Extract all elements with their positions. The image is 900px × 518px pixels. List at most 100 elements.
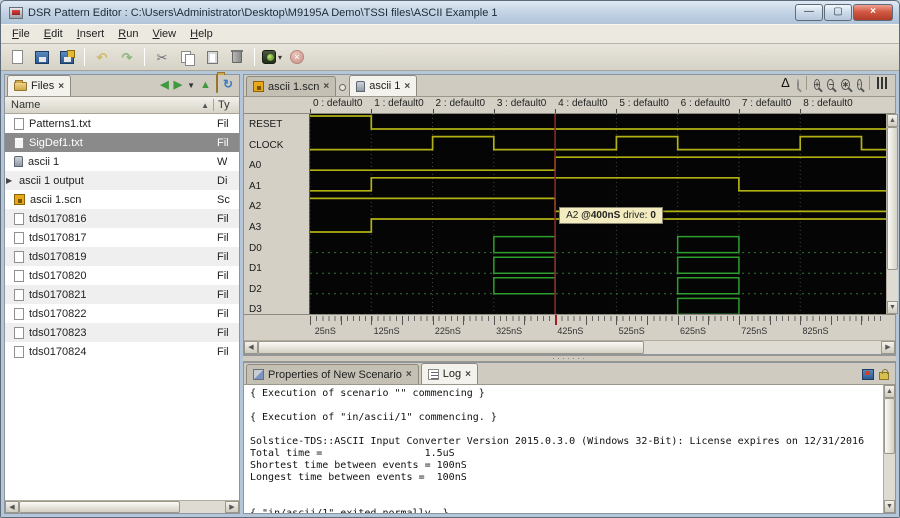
- scroll-right-icon[interactable]: ▶: [881, 341, 895, 354]
- close-button[interactable]: ×: [853, 4, 893, 21]
- inspect-icon[interactable]: [796, 74, 799, 92]
- file-name: tds0170823: [29, 326, 87, 339]
- tab-label: Properties of New Scenario: [268, 368, 402, 381]
- save-all-icon: [60, 49, 75, 64]
- paste-icon: [206, 50, 218, 64]
- signal-label-a2: A2: [249, 201, 262, 213]
- save-button[interactable]: [31, 47, 53, 68]
- file-row[interactable]: tds0170820 Fil: [5, 266, 239, 285]
- menu-edit[interactable]: Edit: [37, 26, 70, 42]
- column-header-name[interactable]: Name ▲: [5, 99, 213, 111]
- save-log-icon[interactable]: [862, 369, 874, 380]
- zoom-region-icon[interactable]: ·: [856, 74, 862, 92]
- menu-file[interactable]: File: [5, 26, 37, 42]
- signal-label-d0: D0: [249, 242, 262, 254]
- scrollbar-thumb[interactable]: [884, 398, 895, 455]
- stop-button[interactable]: ×: [286, 47, 308, 68]
- back-icon[interactable]: ◀: [160, 75, 168, 93]
- maximize-button[interactable]: ▢: [824, 4, 852, 21]
- close-tab-icon[interactable]: ×: [58, 81, 64, 92]
- close-tab-icon[interactable]: ×: [406, 369, 412, 380]
- file-row[interactable]: tds0170819 Fil: [5, 247, 239, 266]
- app-icon: [9, 6, 23, 19]
- scroll-left-icon[interactable]: ◀: [5, 501, 19, 513]
- dropdown-icon[interactable]: ▼: [187, 75, 195, 93]
- tab-label: ascii 1.scn: [268, 80, 320, 93]
- files-horizontal-scrollbar[interactable]: ◀ ▶: [5, 500, 239, 513]
- signal-label-a0: A0: [249, 160, 262, 172]
- tooltip-signal: A2: [566, 210, 579, 221]
- lock-icon[interactable]: [879, 369, 889, 380]
- zoom-fit-icon[interactable]: ∗: [841, 74, 850, 92]
- menu-run[interactable]: Run: [111, 26, 145, 42]
- copy-button[interactable]: [176, 47, 198, 68]
- file-row[interactable]: Patterns1.txt Fil: [5, 114, 239, 133]
- cut-button[interactable]: ✂: [151, 47, 173, 68]
- scrollbar-thumb[interactable]: [258, 341, 645, 354]
- panel-splitter[interactable]: ·······: [243, 354, 896, 363]
- waveform-horizontal-scrollbar[interactable]: ◀ ▶: [244, 340, 895, 354]
- file-row[interactable]: ascii 1 W: [5, 152, 239, 171]
- file-icon: [14, 307, 24, 320]
- column-header-type[interactable]: Ty: [213, 99, 239, 111]
- file-row[interactable]: tds0170817 Fil: [5, 228, 239, 247]
- waveform-plot[interactable]: A2 @400nS drive: 0: [309, 114, 886, 316]
- file-type: Fil: [217, 288, 229, 301]
- tab-files[interactable]: Files ×: [7, 75, 72, 96]
- new-folder-icon[interactable]: [215, 74, 218, 93]
- ruler-major-tick: [310, 316, 311, 325]
- waveform-vertical-scrollbar[interactable]: ▲ ▼: [886, 114, 898, 314]
- scroll-left-icon[interactable]: ◀: [244, 341, 258, 354]
- tab-ascii-1[interactable]: ascii 1 ×: [349, 75, 418, 96]
- title-bar: DSR Pattern Editor : C:\Users\Administra…: [1, 1, 899, 24]
- main-toolbar: ↶ ↷ ✂ ▾ ×: [1, 44, 899, 71]
- tab-ascii-1-scn[interactable]: ascii 1.scn ×: [246, 76, 337, 96]
- file-row[interactable]: SigDef1.txt Fil: [5, 133, 239, 152]
- zoom-out-icon[interactable]: −: [827, 74, 835, 92]
- scrollbar-thumb[interactable]: [19, 501, 180, 513]
- minimize-button[interactable]: —: [795, 4, 823, 21]
- delete-button[interactable]: [226, 47, 248, 68]
- menu-help[interactable]: Help: [183, 26, 220, 42]
- refresh-icon[interactable]: ↻: [223, 75, 233, 93]
- files-tab-label: Files: [31, 80, 55, 92]
- scrollbar-thumb[interactable]: [887, 127, 898, 270]
- file-row[interactable]: tds0170822 Fil: [5, 304, 239, 323]
- wave-a1: [310, 176, 886, 192]
- paste-button[interactable]: [201, 47, 223, 68]
- zoom-in-icon[interactable]: +: [813, 74, 821, 92]
- file-row[interactable]: ▶ ascii 1 output Di: [5, 171, 239, 190]
- scroll-down-icon[interactable]: ▼: [884, 500, 895, 513]
- delta-icon[interactable]: Δ: [781, 74, 790, 92]
- menu-view[interactable]: View: [145, 26, 183, 42]
- scroll-right-icon[interactable]: ▶: [225, 501, 239, 513]
- log-vertical-scrollbar[interactable]: ▲ ▼: [883, 385, 895, 513]
- save-all-button[interactable]: [56, 47, 78, 68]
- forward-icon[interactable]: ▶: [174, 75, 182, 93]
- undo-button[interactable]: ↶: [91, 47, 113, 68]
- up-icon[interactable]: ▲: [200, 75, 211, 93]
- cycle-header-label: 2 : default0: [435, 98, 486, 109]
- tab-log[interactable]: Log ×: [420, 363, 478, 384]
- menu-insert[interactable]: Insert: [70, 26, 112, 42]
- scroll-down-icon[interactable]: ▼: [887, 301, 898, 314]
- run-button[interactable]: ▾: [261, 47, 283, 68]
- file-row[interactable]: tds0170824 Fil: [5, 342, 239, 361]
- columns-icon[interactable]: [876, 77, 887, 89]
- expand-icon[interactable]: ▶: [6, 176, 14, 185]
- close-tab-icon[interactable]: ×: [465, 369, 471, 380]
- scroll-up-icon[interactable]: ▲: [887, 114, 898, 127]
- ruler-major-tick: [401, 316, 403, 325]
- new-file-button[interactable]: [6, 47, 28, 68]
- file-row[interactable]: tds0170821 Fil: [5, 285, 239, 304]
- file-type: W: [217, 155, 228, 168]
- tab-properties-of-new-scenario[interactable]: Properties of New Scenario ×: [246, 364, 419, 384]
- file-row[interactable]: tds0170816 Fil: [5, 209, 239, 228]
- toolbar-separator: [84, 48, 85, 66]
- file-row[interactable]: ascii 1.scn Sc: [5, 190, 239, 209]
- file-row[interactable]: tds0170823 Fil: [5, 323, 239, 342]
- scroll-up-icon[interactable]: ▲: [884, 385, 895, 398]
- close-tab-icon[interactable]: ×: [323, 81, 329, 92]
- close-tab-icon[interactable]: ×: [404, 81, 410, 92]
- redo-button[interactable]: ↷: [116, 47, 138, 68]
